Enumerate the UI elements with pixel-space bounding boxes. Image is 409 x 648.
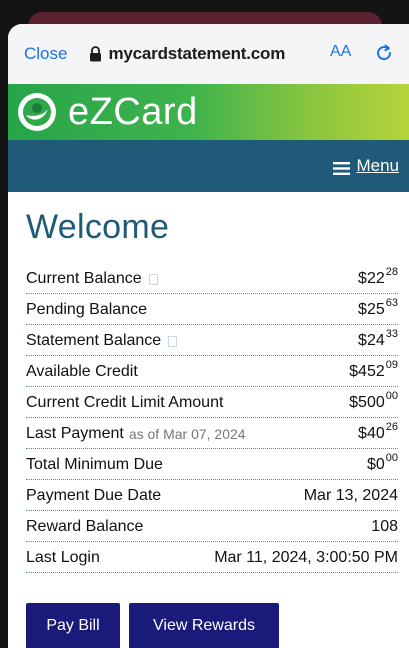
reload-icon[interactable]: [373, 42, 395, 64]
value-dollars: $0: [366, 456, 385, 473]
account-row-pending-balance: Pending Balance $25 63: [26, 294, 398, 325]
value-cents: 09: [385, 359, 398, 371]
action-buttons: Pay Bill View Rewards: [26, 603, 398, 648]
account-row-statement-balance: Statement Balance $24 33: [26, 325, 398, 356]
menu-label: Menu: [356, 156, 399, 175]
info-icon[interactable]: [168, 335, 178, 347]
row-label: Reward Balance: [26, 518, 144, 535]
browser-toolbar: Close mycardstatement.com AA: [8, 24, 409, 84]
account-row-minimum-due: Total Minimum Due $0 00: [26, 449, 398, 480]
pay-bill-button[interactable]: Pay Bill: [26, 603, 120, 648]
value-dollars: $452: [349, 363, 385, 380]
value-dollars: $25: [358, 301, 385, 318]
row-value: $40 26: [358, 421, 398, 443]
value-dollars: $24: [358, 332, 385, 349]
info-icon[interactable]: [148, 273, 158, 285]
row-label: Available Credit: [26, 363, 138, 380]
account-row-last-login: Last Login Mar 11, 2024, 3:00:50 PM: [26, 542, 398, 573]
text-size-button[interactable]: AA: [330, 43, 351, 61]
account-row-current-balance: Current Balance $22 28: [26, 263, 398, 294]
row-label: Total Minimum Due: [26, 456, 163, 473]
lock-icon: [89, 46, 102, 62]
browser-sheet: Close mycardstatement.com AA eZCard Menu…: [8, 24, 409, 648]
brand-header: eZCard: [8, 84, 409, 140]
value-cents: 00: [385, 452, 398, 464]
account-row-reward-balance: Reward Balance 108: [26, 511, 398, 542]
account-row-credit-limit: Current Credit Limit Amount $500 00: [26, 387, 398, 418]
row-value: $452 09: [349, 359, 398, 381]
ezcard-logo-icon: [16, 91, 58, 133]
account-row-due-date: Payment Due Date Mar 13, 2024: [26, 480, 398, 511]
value-cents: 00: [385, 390, 398, 402]
row-label: Current Credit Limit Amount: [26, 394, 224, 411]
page-title: Welcome: [26, 208, 170, 246]
row-label: Pending Balance: [26, 301, 147, 318]
value-cents: 26: [385, 421, 398, 433]
row-value: Mar 13, 2024: [303, 487, 398, 504]
row-note: as of Mar 07, 2024: [128, 426, 246, 442]
row-value: Mar 11, 2024, 3:00:50 PM: [214, 549, 398, 566]
address-bar[interactable]: mycardstatement.com: [89, 44, 285, 64]
row-value: $500 00: [349, 390, 398, 412]
row-value: 108: [371, 518, 398, 535]
row-value: $0 00: [366, 452, 398, 474]
row-value: $22 28: [358, 266, 398, 288]
value-cents: 33: [385, 328, 398, 340]
value-dollars: $40: [358, 425, 385, 442]
menu-button[interactable]: Menu: [333, 156, 399, 176]
nav-bar: Menu: [8, 140, 409, 192]
url-text: mycardstatement.com: [108, 44, 286, 63]
brand-name: eZCard: [68, 90, 198, 133]
account-row-available-credit: Available Credit $452 09: [26, 356, 398, 387]
account-row-last-payment: Last Payment as of Mar 07, 2024 $40 26: [26, 418, 398, 449]
view-rewards-button[interactable]: View Rewards: [129, 603, 279, 648]
row-label: Payment Due Date: [26, 487, 162, 504]
row-label: Current Balance: [26, 270, 142, 287]
value-dollars: $500: [349, 394, 385, 411]
row-label: Statement Balance: [26, 332, 162, 349]
row-value: $25 63: [358, 297, 398, 319]
row-value: $24 33: [358, 328, 398, 350]
account-summary: Current Balance $22 28 Pending Balance $2…: [26, 263, 398, 573]
row-label: Last Payment: [26, 425, 124, 442]
main-content: Welcome Current Balance $22 28 Pending Ba…: [8, 192, 409, 648]
close-button[interactable]: Close: [24, 44, 67, 64]
value-cents: 28: [385, 266, 398, 278]
value-cents: 63: [385, 297, 398, 309]
hamburger-icon: [333, 160, 351, 175]
row-label: Last Login: [26, 549, 100, 566]
value-dollars: $22: [358, 270, 385, 287]
